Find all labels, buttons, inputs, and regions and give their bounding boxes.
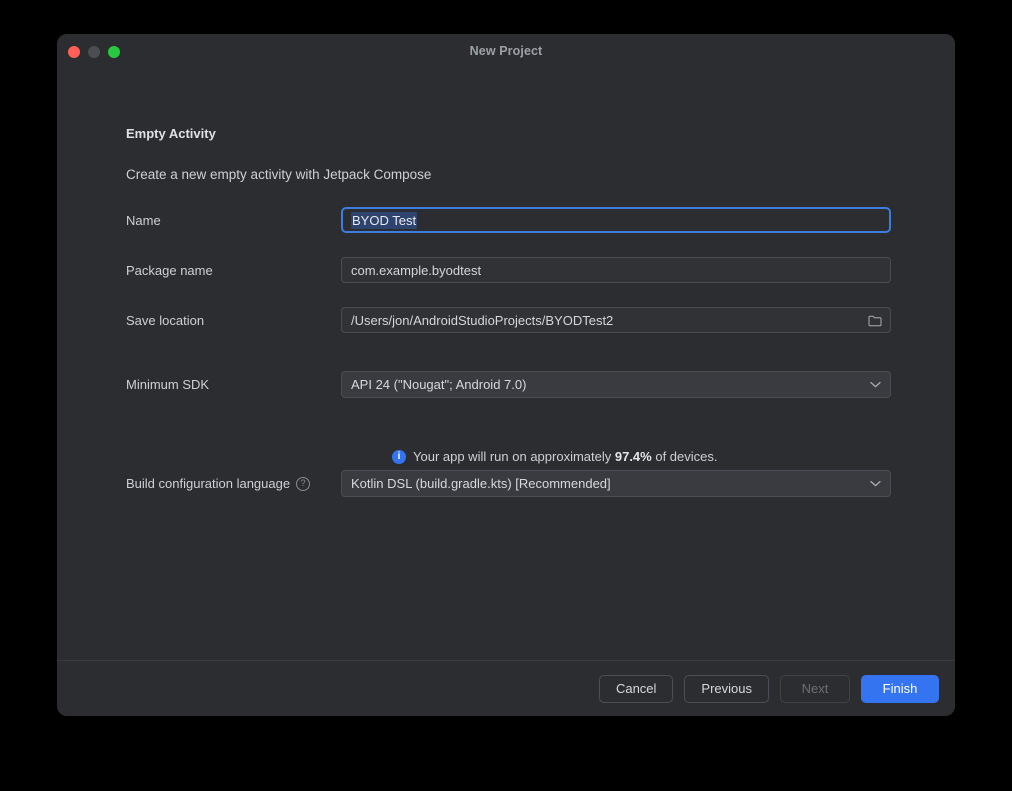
template-name: Empty Activity (126, 126, 216, 141)
template-description: Create a new empty activity with Jetpack… (126, 167, 432, 182)
cancel-button[interactable]: Cancel (598, 674, 674, 703)
build-config-language-dropdown[interactable]: Kotlin DSL (build.gradle.kts) [Recommend… (341, 470, 891, 497)
minimum-sdk-value: API 24 ("Nougat"; Android 7.0) (351, 377, 527, 392)
next-button: Next (780, 674, 850, 703)
name-input[interactable]: BYOD Test (341, 207, 891, 233)
dialog-footer: Cancel Previous Next Finish (57, 660, 955, 716)
name-row: Name BYOD Test (126, 207, 891, 233)
device-coverage-info: i Your app will run on approximately 97.… (392, 449, 718, 464)
package-name-label: Package name (126, 262, 213, 278)
save-location-row: Save location /Users/jon/AndroidStudioPr… (126, 307, 891, 333)
name-label: Name (126, 212, 161, 228)
build-config-language-label-text: Build configuration language (126, 476, 291, 491)
new-project-dialog: New Project Empty Activity Create a new … (57, 34, 955, 716)
build-config-language-row: Build configuration language ? Kotlin DS… (126, 470, 891, 497)
folder-icon (868, 315, 882, 326)
title-bar: New Project (57, 34, 955, 70)
question-mark-icon[interactable]: ? (296, 476, 311, 491)
save-location-input[interactable]: /Users/jon/AndroidStudioProjects/BYODTes… (341, 307, 891, 333)
info-icon: i (392, 449, 406, 464)
coverage-percent: 97.4% (614, 449, 652, 464)
package-name-row: Package name com.example.byodtest (126, 257, 891, 283)
chevron-down-icon (870, 372, 881, 397)
device-coverage-text: Your app will run on approximately 97.4%… (413, 449, 718, 464)
previous-button[interactable]: Previous (684, 674, 769, 703)
dialog-body: Empty Activity Create a new empty activi… (57, 70, 955, 660)
finish-button[interactable]: Finish (861, 674, 939, 703)
minimum-sdk-row: Minimum SDK API 24 ("Nougat"; Android 7.… (126, 371, 891, 398)
window-title: New Project (469, 44, 543, 58)
build-config-language-label: Build configuration language ? (126, 476, 341, 491)
package-name-input[interactable]: com.example.byodtest (341, 257, 891, 283)
save-location-value: /Users/jon/AndroidStudioProjects/BYODTes… (351, 312, 614, 328)
chevron-down-icon (870, 471, 881, 496)
minimum-sdk-label: Minimum SDK (126, 377, 210, 392)
coverage-prefix: Your app will run on approximately (413, 449, 615, 464)
coverage-suffix: of devices. (651, 449, 718, 464)
minimum-sdk-dropdown[interactable]: API 24 ("Nougat"; Android 7.0) (341, 371, 891, 398)
package-name-value: com.example.byodtest (351, 262, 482, 278)
build-config-language-value: Kotlin DSL (build.gradle.kts) [Recommend… (351, 476, 611, 491)
browse-folder-button[interactable] (868, 308, 882, 332)
name-input-value: BYOD Test (351, 211, 418, 229)
save-location-label: Save location (126, 312, 205, 328)
